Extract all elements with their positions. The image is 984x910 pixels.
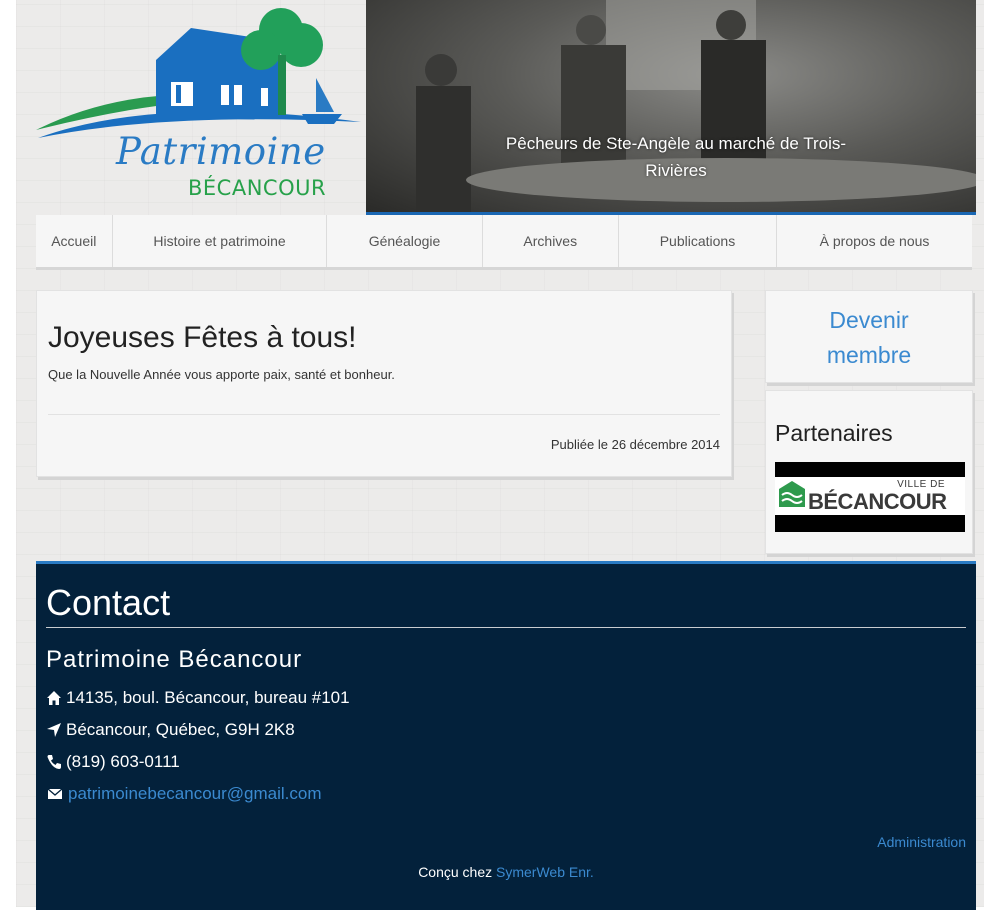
nav-item-accueil[interactable]: Accueil (36, 215, 113, 267)
become-member-line2: membre (826, 342, 912, 368)
nav-item-histoire[interactable]: Histoire et patrimoine (113, 215, 328, 267)
nav-item-genealogie[interactable]: Généalogie (327, 215, 483, 267)
contact-org-name: Patrimoine Bécancour (46, 646, 303, 673)
contact-footer: Contact Patrimoine Bécancour 14135, boul… (36, 561, 976, 910)
contact-divider (46, 627, 966, 628)
contact-phone: (819) 603-0111 (46, 752, 180, 772)
contact-phone-text: (819) 603-0111 (66, 752, 180, 771)
main-navigation: Accueil Histoire et patrimoine Généalogi… (36, 215, 972, 270)
article-text: Que la Nouvelle Année vous apporte paix,… (48, 367, 395, 382)
article-title[interactable]: Joyeuses Fêtes à tous! (48, 321, 357, 355)
header-banner-image: Pêcheurs de Ste-Angèle au marché de Troi… (366, 0, 976, 215)
site-logo[interactable]: Patrimoine BÉCANCOUR (16, 0, 366, 214)
contact-email: patrimoinebecancour@gmail.com (46, 784, 321, 804)
nav-item-a-propos[interactable]: À propos de nous (777, 215, 972, 267)
contact-email-link[interactable]: patrimoinebecancour@gmail.com (68, 784, 321, 804)
become-member-line1: Devenir (829, 307, 909, 333)
membership-box: Devenir membre (765, 290, 973, 383)
contact-city: Bécancour, Québec, G9H 2K8 (46, 720, 295, 740)
article-divider (48, 414, 720, 415)
partner-logo-becancour[interactable]: VILLE DE BÉCANCOUR (775, 462, 965, 532)
article-date: Publiée le 26 décembre 2014 (550, 437, 720, 452)
logo-script-text: Patrimoine (116, 130, 326, 173)
contact-address: 14135, boul. Bécancour, bureau #101 (46, 688, 350, 708)
ville-becancour-emblem-icon (779, 481, 805, 507)
partner-logo-panel: VILLE DE BÉCANCOUR (775, 477, 965, 515)
contact-title: Contact (46, 582, 171, 623)
nav-item-publications[interactable]: Publications (619, 215, 778, 267)
banner-caption: Pêcheurs de Ste-Angèle au marché de Troi… (505, 134, 847, 180)
phone-icon (47, 755, 61, 769)
credit-link[interactable]: SymerWeb Enr. (496, 864, 594, 880)
partners-title: Partenaires (775, 420, 893, 446)
logo-sub-text: BÉCANCOUR (188, 176, 327, 200)
nav-item-archives[interactable]: Archives (483, 215, 619, 267)
partners-box: Partenaires VILLE DE BÉCANCOUR (765, 390, 973, 554)
contact-city-text: Bécancour, Québec, G9H 2K8 (66, 720, 295, 739)
article-card: Joyeuses Fêtes à tous! Que la Nouvelle A… (36, 290, 732, 477)
contact-address-text: 14135, boul. Bécancour, bureau #101 (66, 688, 350, 707)
credit-prefix: Conçu chez (418, 864, 493, 880)
envelope-icon (47, 788, 63, 799)
partner-name-text: BÉCANCOUR (808, 489, 947, 514)
site-credit: Conçu chez SymerWeb Enr. (36, 864, 976, 880)
home-icon (47, 691, 61, 705)
become-member-link[interactable]: Devenir membre (766, 303, 972, 373)
location-arrow-icon (47, 723, 61, 737)
admin-link[interactable]: Administration (877, 834, 966, 850)
